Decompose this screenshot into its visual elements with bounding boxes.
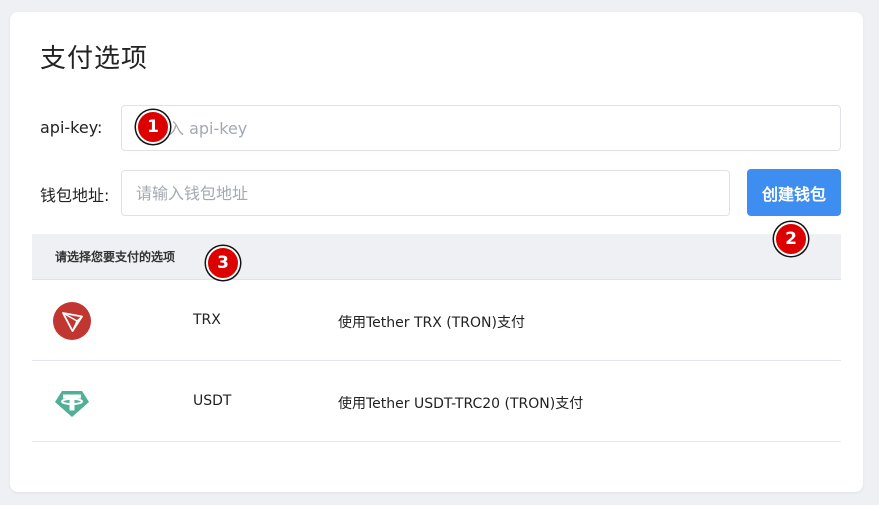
wallet-address-label: 钱包地址: bbox=[40, 186, 110, 205]
options-table-header-label: 请选择您要支付的选项 bbox=[55, 250, 176, 264]
annotation-badge-2: 2 bbox=[774, 222, 808, 256]
wallet-address-input[interactable] bbox=[121, 170, 730, 216]
option-description: 使用Tether USDT-TRC20 (TRON)支付 bbox=[338, 396, 584, 412]
options-table-header: 请选择您要支付的选项 bbox=[32, 234, 841, 280]
api-key-label: api-key: bbox=[40, 118, 103, 137]
tether-icon bbox=[53, 383, 91, 421]
payment-option-usdt[interactable]: USDT 使用Tether USDT-TRC20 (TRON)支付 bbox=[32, 361, 841, 442]
option-description: 使用Tether TRX (TRON)支付 bbox=[338, 315, 525, 331]
page-title: 支付选项 bbox=[40, 44, 149, 74]
payment-options-card: 支付选项 api-key: 钱包地址: 创建钱包 请选择您要支付的选项 TRX … bbox=[10, 12, 863, 492]
option-name: USDT bbox=[193, 393, 232, 409]
annotation-badge-1: 1 bbox=[136, 110, 170, 144]
api-key-input[interactable] bbox=[121, 105, 841, 151]
annotation-badge-3: 3 bbox=[206, 246, 240, 280]
option-name: TRX bbox=[193, 312, 221, 328]
tron-icon bbox=[53, 302, 91, 340]
create-wallet-button[interactable]: 创建钱包 bbox=[747, 169, 841, 216]
payment-option-trx[interactable]: TRX 使用Tether TRX (TRON)支付 bbox=[32, 280, 841, 361]
